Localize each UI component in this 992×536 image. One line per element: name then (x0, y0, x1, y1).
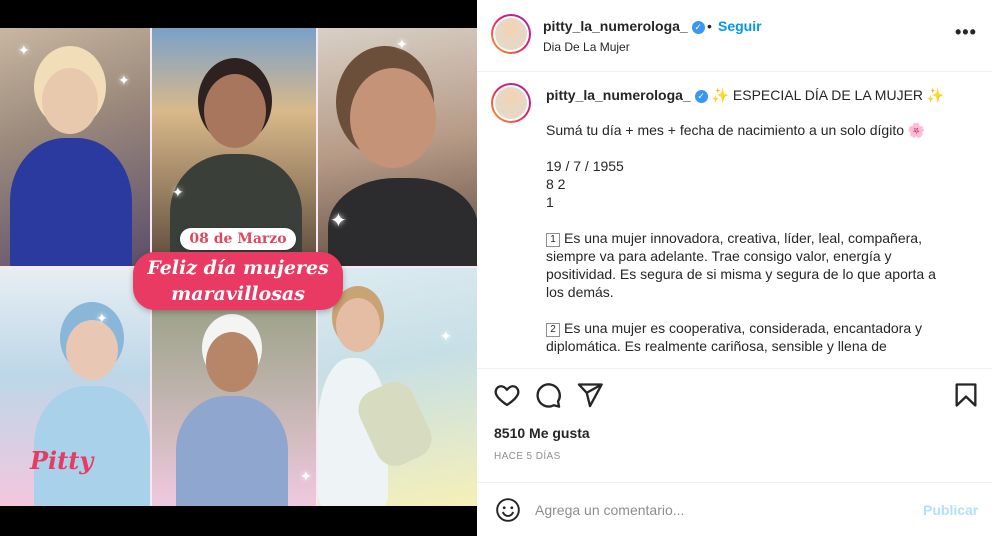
action-bar (477, 368, 992, 420)
caption-line (546, 211, 956, 229)
heart-icon[interactable] (493, 381, 521, 409)
username[interactable]: pitty_la_numerologa_ (546, 87, 691, 103)
greeting-banner: Feliz día mujeres maravillosas (133, 252, 343, 310)
caption-line: 1 (546, 194, 554, 210)
sparkle-icon: ✦ (440, 328, 452, 344)
date-label: 08 de Marzo (180, 228, 296, 250)
caption-line: 8 2 (546, 176, 566, 192)
photo-panel (0, 28, 150, 266)
caption-line: Sumá tu día + mes + fecha de nacimiento … (546, 122, 926, 138)
publish-button[interactable]: Publicar (923, 502, 978, 518)
post-image[interactable]: ✦ ✦ ✦ ✦ ✦ ✦ ✦ ✦ 08 de Marzo Feliz día mu… (0, 28, 477, 506)
caption-item-text: Es una mujer es cooperativa, considerada… (546, 320, 922, 354)
sparkle-icon: ✦ (18, 42, 30, 58)
sparkle-icon: ✦ (96, 310, 108, 326)
sparkle-icon: ✦ (300, 468, 312, 484)
caption-item: 2 Es una mujer es cooperativa, considerad… (546, 319, 956, 355)
post-timestamp[interactable]: HACE 5 DÍAS (494, 451, 561, 462)
caption-spacer (546, 301, 956, 319)
caption-title-line: pitty_la_numerologa_ ✓ ✨ ESPECIAL DÍA DE … (546, 87, 944, 104)
sparkle-icon: ✦ (396, 36, 408, 52)
sparkle-icon: ✦ (118, 72, 130, 88)
post-media[interactable]: ✦ ✦ ✦ ✦ ✦ ✦ ✦ ✦ 08 de Marzo Feliz día mu… (0, 0, 477, 536)
bookmark-icon[interactable] (952, 381, 980, 409)
emoji-icon[interactable] (495, 497, 521, 523)
caption-item-text: Es una mujer innovadora, creativa, líder… (546, 230, 936, 300)
number-two-icon: 2 (546, 323, 560, 337)
share-icon[interactable] (576, 381, 604, 409)
caption-scroll-area[interactable]: pitty_la_numerologa_ ✓ ✨ ESPECIAL DÍA DE … (477, 73, 992, 368)
comment-icon[interactable] (534, 381, 562, 409)
caption-line: 19 / 7 / 1955 (546, 158, 624, 174)
sparkle-icon: ✦ (172, 184, 184, 200)
follow-button[interactable]: Seguir (718, 18, 762, 34)
likes-count[interactable]: 8510 Me gusta (494, 425, 590, 441)
separator-dot: • (707, 18, 712, 34)
verified-badge-icon: ✓ (694, 89, 708, 103)
comment-input[interactable] (535, 499, 905, 521)
caption-item: 1 Es una mujer innovadora, creativa, líde… (546, 229, 956, 301)
post-details-panel: pitty_la_numerologa_ ✓ • Seguir Dia De La… (477, 0, 992, 536)
sparkle-icon: ✦ (330, 210, 347, 232)
location-link[interactable]: Dia De La Mujer (543, 40, 630, 54)
avatar[interactable] (491, 83, 531, 123)
comment-bar: Publicar (477, 482, 992, 536)
more-options-icon[interactable]: ••• (955, 22, 977, 43)
caption-line (546, 139, 956, 157)
post-header: pitty_la_numerologa_ ✓ • Seguir Dia De La… (477, 0, 992, 72)
author-link[interactable]: pitty_la_numerologa_ ✓ (543, 18, 705, 34)
username[interactable]: pitty_la_numerologa_ (543, 18, 688, 34)
verified-badge-icon: ✓ (691, 20, 705, 34)
avatar[interactable] (491, 14, 531, 54)
caption-body: Sumá tu día + mes + fecha de nacimiento … (546, 121, 956, 355)
greeting-line: maravillosas (171, 283, 305, 305)
brand-signature: Pitty (30, 446, 94, 475)
number-one-icon: 1 (546, 233, 560, 247)
greeting-line: Feliz día mujeres (147, 257, 329, 279)
caption-title: ✨ ESPECIAL DÍA DE LA MUJER ✨ (711, 87, 945, 103)
